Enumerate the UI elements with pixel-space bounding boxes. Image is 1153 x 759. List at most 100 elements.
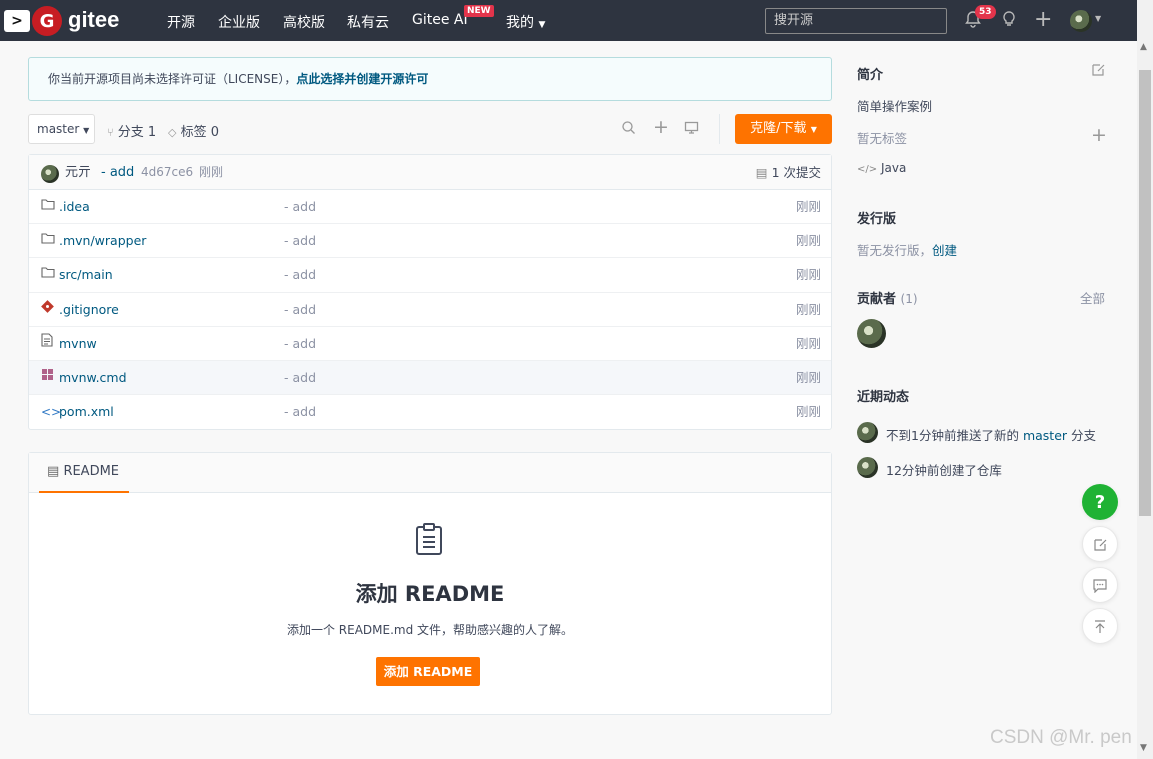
bulb-icon[interactable] bbox=[1000, 10, 1018, 33]
file-name[interactable]: mvnw bbox=[59, 327, 97, 361]
edit-icon[interactable] bbox=[1091, 62, 1106, 81]
nav-private-cloud[interactable]: 私有云 bbox=[347, 12, 389, 32]
file-row[interactable]: <> pom.xml - add 刚刚 bbox=[29, 395, 831, 429]
user-avatar[interactable] bbox=[1070, 10, 1092, 32]
nav-education[interactable]: 高校版 bbox=[283, 12, 325, 32]
commit-author[interactable]: 元亓 bbox=[65, 155, 91, 190]
file-row[interactable]: mvnw - add 刚刚 bbox=[29, 327, 831, 361]
search-input[interactable]: 搜开源 bbox=[765, 8, 947, 34]
activity-branch-link[interactable]: master bbox=[1023, 428, 1067, 443]
file-commit-message[interactable]: - add bbox=[284, 190, 316, 224]
file-commit-message[interactable]: - add bbox=[284, 224, 316, 258]
license-text: 你当前开源项目尚未选择许可证（LICENSE）， bbox=[48, 72, 297, 86]
all-contributors-link[interactable]: 全部 bbox=[1080, 288, 1105, 307]
windows-icon bbox=[41, 361, 54, 395]
file-list: 元亓 - add 4d67ce6 刚刚 ▤ 1 次提交 .idea - add … bbox=[28, 154, 832, 430]
help-button[interactable]: ? bbox=[1082, 484, 1118, 520]
add-readme-button[interactable]: 添加 README bbox=[376, 657, 480, 686]
feedback-button[interactable] bbox=[1082, 526, 1118, 562]
folder-icon bbox=[41, 258, 55, 292]
activity-text: 分支 bbox=[1067, 428, 1097, 443]
file-commit-message[interactable]: - add bbox=[284, 258, 316, 292]
file-name[interactable]: pom.xml bbox=[59, 395, 114, 429]
back-to-top-button[interactable] bbox=[1082, 608, 1118, 644]
license-notice: 你当前开源项目尚未选择许可证（LICENSE），点此选择并创建开源许可 bbox=[28, 57, 832, 101]
scrollbar-thumb[interactable] bbox=[1139, 70, 1151, 516]
tab-readme[interactable]: ▤ README bbox=[39, 453, 129, 493]
branch-icon: ⑂ bbox=[107, 126, 114, 139]
activity-avatar[interactable] bbox=[857, 457, 878, 478]
language-item[interactable]: </> Java bbox=[857, 161, 906, 175]
contributors-count: (1) bbox=[900, 292, 918, 306]
tag-icon: ◇ bbox=[168, 126, 177, 139]
arrow-up-icon bbox=[1095, 619, 1105, 633]
create-release-link[interactable]: 创建 bbox=[932, 243, 957, 258]
license-link[interactable]: 点此选择并创建开源许可 bbox=[296, 72, 428, 86]
commit-count-link[interactable]: ▤ 1 次提交 bbox=[756, 155, 821, 190]
file-name[interactable]: .gitignore bbox=[59, 293, 119, 327]
terminal-icon[interactable]: > bbox=[4, 10, 30, 32]
web-ide-icon[interactable] bbox=[684, 120, 699, 139]
brand-name[interactable]: gitee bbox=[68, 7, 119, 33]
file-row[interactable]: .mvn/wrapper - add 刚刚 bbox=[29, 224, 831, 259]
readme-header: ▤ README bbox=[29, 453, 831, 493]
tags-label: 标签 0 bbox=[180, 125, 220, 140]
chevron-down-icon[interactable]: ▼ bbox=[1095, 14, 1101, 23]
file-time: 刚刚 bbox=[795, 369, 821, 385]
clone-label: 克隆/下载 bbox=[750, 121, 807, 136]
file-name[interactable]: .idea bbox=[59, 190, 90, 224]
file-time: 刚刚 bbox=[795, 199, 821, 214]
git-icon bbox=[41, 293, 54, 327]
file-row[interactable]: src/main - add 刚刚 bbox=[29, 258, 831, 293]
gitee-logo-icon[interactable]: G bbox=[32, 6, 62, 36]
file-time: 刚刚 bbox=[795, 301, 821, 317]
top-navbar: > G gitee 开源 企业版 高校版 私有云 Gitee AI NEW 我的… bbox=[0, 0, 1137, 41]
file-name[interactable]: mvnw.cmd bbox=[59, 361, 127, 395]
branches-link[interactable]: ⑂ 分支 1 bbox=[107, 121, 156, 140]
author-avatar[interactable] bbox=[41, 165, 59, 183]
file-row[interactable]: .idea - add 刚刚 bbox=[29, 190, 831, 225]
activity-avatar[interactable] bbox=[857, 422, 878, 443]
file-commit-message[interactable]: - add bbox=[284, 361, 316, 395]
commit-hash[interactable]: 4d67ce6 bbox=[141, 155, 193, 190]
nav-open-source[interactable]: 开源 bbox=[167, 12, 195, 32]
activity-text: 不到1分钟前推送了新的 bbox=[886, 428, 1023, 443]
scroll-down-arrow-icon[interactable]: ▼ bbox=[1140, 743, 1147, 753]
commit-list-icon: ▤ bbox=[755, 165, 768, 180]
contributors-label: 贡献者 bbox=[857, 292, 897, 307]
clone-download-button[interactable]: 克隆/下载 ▼ bbox=[735, 114, 832, 144]
nav-enterprise[interactable]: 企业版 bbox=[218, 12, 260, 32]
folder-icon bbox=[41, 224, 55, 258]
add-file-icon[interactable]: + bbox=[653, 116, 669, 138]
nav-gitee-ai[interactable]: Gitee AI bbox=[412, 12, 468, 28]
release-info: 暂无发行版，创建 bbox=[857, 240, 957, 259]
file-name[interactable]: .mvn/wrapper bbox=[59, 224, 146, 258]
commit-time: 刚刚 bbox=[199, 165, 224, 179]
activity-item: 不到1分钟前推送了新的 master 分支 bbox=[886, 425, 1096, 444]
file-row[interactable]: mvnw.cmd - add 刚刚 bbox=[29, 360, 831, 396]
commit-message[interactable]: - add bbox=[101, 155, 134, 190]
scroll-up-arrow-icon[interactable]: ▲ bbox=[1140, 42, 1147, 52]
file-commit-message[interactable]: - add bbox=[284, 293, 316, 327]
file-commit-message[interactable]: - add bbox=[284, 327, 316, 361]
tags-link[interactable]: ◇ 标签 0 bbox=[168, 121, 219, 140]
file-commit-message[interactable]: - add bbox=[284, 395, 316, 429]
file-name[interactable]: src/main bbox=[59, 258, 113, 292]
readme-tab-icon: ▤ bbox=[47, 464, 60, 479]
readme-panel: ▤ README 添加 README 添加一个 README.md 文件，帮助感… bbox=[28, 452, 832, 715]
branch-select[interactable]: master ▼ bbox=[28, 114, 95, 144]
contributor-avatar[interactable] bbox=[857, 319, 886, 348]
readme-tab-label: README bbox=[63, 464, 120, 479]
file-row[interactable]: .gitignore - add 刚刚 bbox=[29, 293, 831, 327]
chat-button[interactable] bbox=[1082, 567, 1118, 603]
toolbar-divider bbox=[719, 114, 720, 144]
search-icon[interactable] bbox=[621, 120, 636, 139]
language-label: Java bbox=[880, 161, 907, 175]
file-time: 刚刚 bbox=[795, 335, 821, 351]
add-tag-icon[interactable]: + bbox=[1091, 124, 1107, 146]
chevron-down-icon: ▼ bbox=[538, 20, 546, 30]
plus-icon[interactable]: + bbox=[1034, 7, 1052, 32]
nav-mine[interactable]: 我的 ▼ bbox=[506, 12, 545, 32]
notification-badge: 53 bbox=[975, 5, 996, 19]
code-icon: </> bbox=[857, 164, 878, 175]
